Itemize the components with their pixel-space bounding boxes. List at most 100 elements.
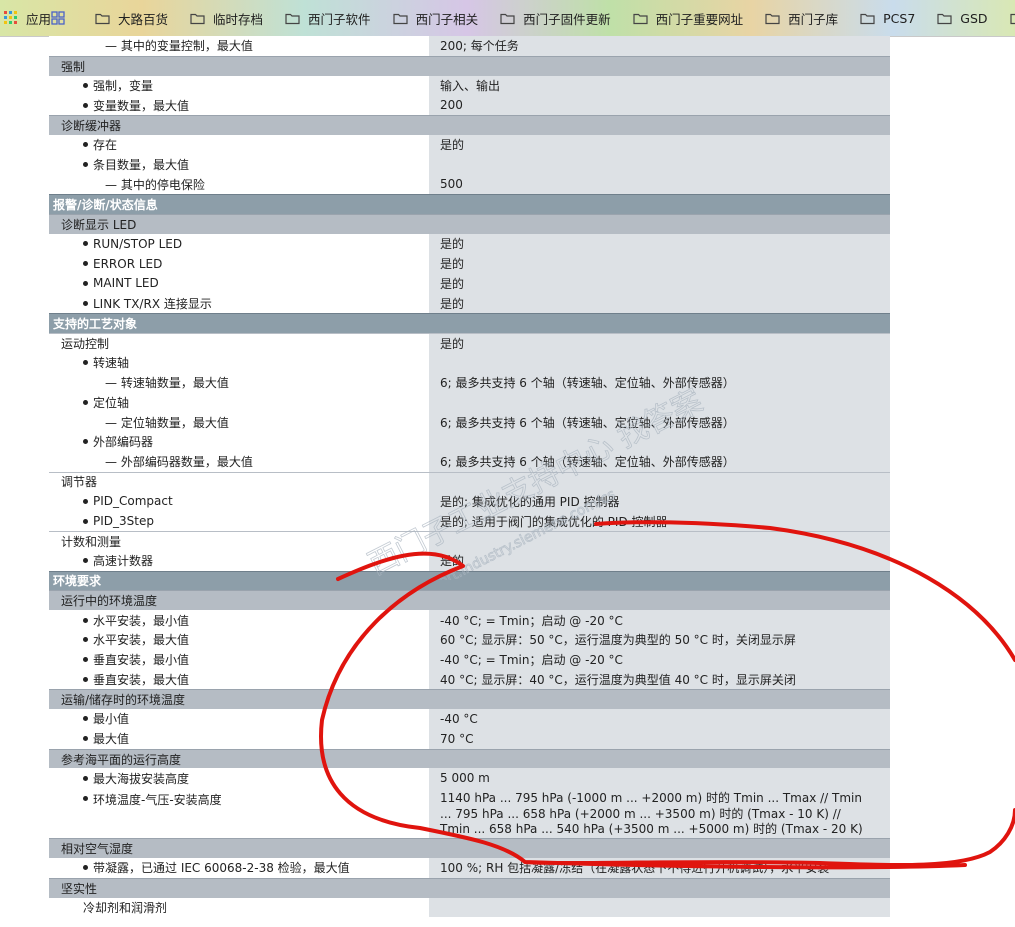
bookmark-label: 西门子软件 [308,11,371,27]
spec-value [429,530,890,551]
spec-value: 是的 [429,273,890,294]
spec-value: 200; 每个任务 [429,36,890,56]
bookmark-item[interactable]: 西门子固件更新 [500,0,611,36]
bookmark-item[interactable]: PCS7 [860,0,915,36]
apps-grid-icon [4,11,26,25]
bookmark-item[interactable]: 西门子相关 [392,0,478,36]
spec-table: — 其中的变量控制，最大值 200; 每个任务强制 强制，变量 输入、输出 变量数量，最… [49,36,890,918]
spec-value: 1140 hPa ... 795 hPa (-1000 m ... +2000 … [429,788,890,839]
bullet-icon [83,142,88,148]
bullet-icon [83,360,88,366]
folder-icon [860,12,883,25]
spec-row: 环境温度-气压-安装高度 1140 hPa ... 795 hPa (-1000 … [49,788,890,839]
spec-value: 是的 [429,550,890,571]
spec-row: MAINT LED 是的 [49,273,890,294]
header-label: 强制 [61,59,86,74]
spec-row: 运动控制 是的 [49,332,890,353]
bookmark-item[interactable]: 西门子重要网址 [632,0,743,36]
spec-label: 条目数量，最大值 [93,158,190,173]
bullet-icon [83,261,88,267]
spec-row: 变量数量，最大值 200 [49,95,890,116]
bookmark-label: 应用 [26,11,52,27]
bullet-icon [83,241,88,247]
folder-icon [937,12,960,25]
spec-label: PID_3Step [93,514,154,529]
spec-label: — 定位轴数量，最大值 [105,415,229,430]
spec-label: 存在 [93,138,118,153]
bullet-icon [83,716,88,722]
spec-label-cell: 条目数量，最大值 [49,154,429,175]
bullet-icon [83,162,88,168]
spec-label-cell: 转速轴 [49,352,429,373]
spec-label-cell: 最大海拔安装高度 [49,768,429,789]
bullet-icon [83,617,88,623]
spec-label-cell: LINK TX/RX 连接显示 [49,293,429,314]
spec-label-cell: — 其中的变量控制，最大值 [49,36,429,56]
spec-row: — 定位轴数量，最大值 6; 最多共支持 6 个轴（转速轴、定位轴、外部传感器） [49,412,890,432]
spec-label-cell: — 外部编码器数量，最大值 [49,451,429,472]
spec-row: 定位轴 [49,392,890,413]
spec-value: 是的 [429,134,890,155]
spec-row: — 其中的停电保险 500 [49,174,890,195]
bookmark-item[interactable]: 西门子软件 [285,0,371,36]
spec-label: 最小值 [93,712,130,727]
bookmark-item[interactable] [51,0,73,36]
spec-label-cell: 环境温度-气压-安装高度 [49,788,429,839]
spec-label: 外部编码器 [93,435,154,450]
spec-label-cell: — 定位轴数量，最大值 [49,412,429,432]
bookmark-item[interactable]: 应用 [0,0,51,36]
spec-row: 强制，变量 输入、输出 [49,75,890,96]
spec-row: 水平安装，最小值 -40 °C; = Tmin；启动 @ -20 °C [49,610,890,630]
spec-label-cell: 水平安装，最大值 [49,629,429,650]
bullet-icon [83,775,88,781]
spec-label-cell: 强制，变量 [49,75,429,96]
spec-row: 存在 是的 [49,134,890,155]
spec-row: — 转速轴数量，最大值 6; 最多共支持 6 个轴（转速轴、定位轴、外部传感器） [49,372,890,393]
spec-value [429,897,890,918]
spec-label-cell: 调节器 [49,471,429,492]
bookmark-item[interactable] [1009,0,1015,36]
header-label: 相对空气湿度 [61,842,134,857]
header-label: 诊断显示 LED [61,218,137,233]
spec-label: RUN/STOP LED [93,236,183,251]
bullet-icon [83,518,88,524]
folder-icon [95,12,118,25]
bullet-icon [83,498,88,504]
spec-label: — 外部编码器数量，最大值 [105,455,253,470]
bullet-icon [83,796,88,802]
spec-label-cell: 高速计数器 [49,550,429,571]
spec-row: 最大海拔安装高度 5 000 m [49,768,890,789]
spec-value: 是的 [429,293,890,314]
header-label: 报警/诊断/状态信息 [53,198,158,213]
bookmark-item[interactable]: 大路百货 [95,0,168,36]
spec-label: 定位轴 [93,395,130,410]
spec-label-cell: 冷却剂和润滑剂 [49,897,429,918]
spec-value [429,431,890,452]
spec-label-cell: MAINT LED [49,273,429,294]
spec-value: -40 °C [429,709,890,729]
spec-value: 40 °C; 显示屏：40 °C，运行温度为典型值 40 °C 时，显示屏关闭 [429,669,890,690]
spec-row: LINK TX/RX 连接显示 是的 [49,293,890,314]
spec-label: 强制，变量 [93,78,154,93]
spec-row: 最小值 -40 °C [49,709,890,729]
bullet-icon [83,280,88,286]
bookmark-item[interactable]: 临时存档 [190,0,263,36]
spec-label-cell: 运动控制 [49,332,429,353]
spec-value [429,471,890,492]
spec-value: 500 [429,174,890,195]
bookmark-item[interactable]: GSD [937,0,988,36]
spec-label: PID_Compact [93,494,173,509]
section-header: 运行中的环境温度 [49,590,890,611]
spec-value [429,352,890,373]
spec-row: — 其中的变量控制，最大值 200; 每个任务 [49,36,890,56]
spec-label: 带凝露，已通过 IEC 60068-2-38 检验，最大值 [93,861,350,876]
spec-value: 60 °C; 显示屏：50 °C，运行温度为典型的 50 °C 时，关闭显示屏 [429,629,890,650]
spec-label-cell: 垂直安装，最小值 [49,649,429,670]
spec-value: 是的 [429,233,890,254]
spec-label-cell: 定位轴 [49,392,429,413]
bookmark-item[interactable]: 西门子库 [765,0,838,36]
spec-value: 6; 最多共支持 6 个轴（转速轴、定位轴、外部传感器） [429,412,890,432]
spec-row: 垂直安装，最小值 -40 °C; = Tmin；启动 @ -20 °C [49,649,890,670]
spec-value: 6; 最多共支持 6 个轴（转速轴、定位轴、外部传感器） [429,451,890,472]
spec-label: 计数和测量 [61,534,122,549]
